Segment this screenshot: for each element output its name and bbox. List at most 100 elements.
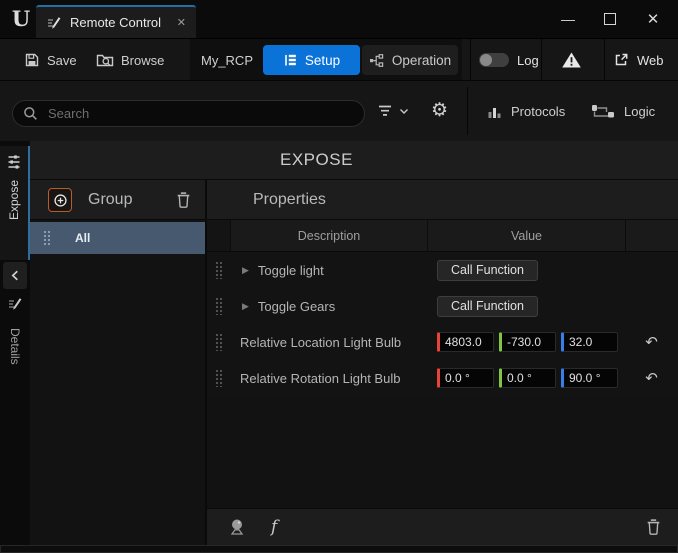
protocols-bars-icon xyxy=(487,105,502,119)
search-input[interactable] xyxy=(46,105,364,122)
search-toolbar: ⚙ Protocols Logic xyxy=(0,80,678,141)
rotation-roll-value: 0.0 ° xyxy=(445,371,470,385)
filter-lines-icon xyxy=(377,105,393,117)
settings-gear-icon[interactable]: ⚙ xyxy=(431,92,448,130)
drag-handle-icon[interactable] xyxy=(215,297,222,315)
actor-webcam-icon xyxy=(227,518,247,536)
tab-remote-control[interactable]: Remote Control ✕ xyxy=(36,5,196,38)
delete-property-button[interactable] xyxy=(645,518,662,536)
collapse-panel-button[interactable] xyxy=(3,262,27,289)
group-item-all[interactable]: All xyxy=(30,222,205,254)
properties-panel-header: Properties xyxy=(207,180,678,220)
location-z-field[interactable]: 32.0 xyxy=(561,332,618,352)
rotation-pitch-field[interactable]: 0.0 ° xyxy=(499,368,556,388)
toolbar: Save Browse My_RCP Setup xyxy=(0,38,678,80)
property-row-relative-rotation[interactable]: Relative Rotation Light Bulb 0.0 ° 0.0 °… xyxy=(207,360,678,396)
trash-icon xyxy=(645,518,662,536)
external-link-icon xyxy=(613,52,629,68)
group-list: All xyxy=(30,220,205,545)
property-row-relative-location[interactable]: Relative Location Light Bulb 4803.0 -730… xyxy=(207,324,678,360)
sidebar-tab-details-label: Details xyxy=(8,328,22,365)
plus-circle-icon xyxy=(53,193,68,208)
operation-label: Operation xyxy=(392,53,451,68)
chevron-down-icon xyxy=(399,108,409,115)
drag-handle-icon[interactable] xyxy=(215,261,222,279)
property-row-toggle-gears[interactable]: ▶ Toggle Gears Call Function xyxy=(207,288,678,324)
sidebar-tab-details[interactable]: Details xyxy=(0,296,30,365)
unreal-engine-logo-icon[interactable]: U xyxy=(8,6,34,32)
web-button[interactable]: Web xyxy=(613,39,664,81)
location-z-value: 32.0 xyxy=(569,335,592,349)
expand-arrow-icon[interactable]: ▶ xyxy=(242,265,249,276)
properties-column-header: Description Value xyxy=(207,220,678,252)
toggle-knob xyxy=(480,54,492,66)
search-icon xyxy=(23,106,38,121)
protocols-button[interactable]: Protocols xyxy=(487,81,565,142)
browse-button[interactable]: Browse xyxy=(96,39,164,81)
setup-list-icon xyxy=(283,53,297,67)
expose-function-icon[interactable]: f xyxy=(271,517,277,537)
grip-column-header xyxy=(207,220,230,251)
toolbar-separator xyxy=(604,39,605,81)
call-function-button[interactable]: Call Function xyxy=(437,260,538,281)
add-group-button[interactable] xyxy=(48,188,72,212)
toolbar-separator xyxy=(541,39,542,81)
warning-triangle-icon xyxy=(561,51,582,69)
operation-tab-button[interactable]: Operation xyxy=(362,45,458,75)
search-box[interactable] xyxy=(12,100,365,127)
properties-rows: ▶ Toggle light Call Function ▶ Toggle Ge… xyxy=(207,252,678,396)
property-label: Relative Location Light Bulb xyxy=(240,335,401,350)
close-button[interactable]: ✕ xyxy=(634,4,672,34)
window-bottom-edge xyxy=(0,545,678,553)
rotation-pitch-value: 0.0 ° xyxy=(507,371,532,385)
rotation-roll-field[interactable]: 0.0 ° xyxy=(437,368,494,388)
preset-name[interactable]: My_RCP xyxy=(198,39,256,81)
drag-handle-icon[interactable] xyxy=(215,333,222,351)
property-row-toggle-light[interactable]: ▶ Toggle light Call Function xyxy=(207,252,678,288)
delete-group-button[interactable] xyxy=(175,191,192,209)
location-y-value: -730.0 xyxy=(507,335,541,349)
location-x-field[interactable]: 4803.0 xyxy=(437,332,494,352)
browse-folder-icon xyxy=(96,52,114,68)
log-label: Log xyxy=(517,39,539,81)
rotation-yaw-field[interactable]: 90.0 ° xyxy=(561,368,618,388)
drag-handle-icon[interactable] xyxy=(215,369,222,387)
save-icon xyxy=(24,52,40,68)
maximize-icon xyxy=(604,13,616,25)
sidebar-tab-expose[interactable]: Expose xyxy=(0,146,30,260)
drag-handle-icon[interactable] xyxy=(43,230,50,246)
expand-arrow-icon[interactable]: ▶ xyxy=(242,301,249,312)
logic-nodes-icon xyxy=(591,104,615,119)
search-separator xyxy=(467,87,468,135)
log-toggle[interactable] xyxy=(479,53,509,67)
save-button[interactable]: Save xyxy=(24,39,77,81)
warning-button[interactable] xyxy=(561,51,582,69)
minimize-button[interactable]: — xyxy=(549,4,587,34)
edit-pen-icon xyxy=(7,296,23,312)
location-y-field[interactable]: -730.0 xyxy=(499,332,556,352)
reset-to-default-icon[interactable]: ↶ xyxy=(645,333,658,351)
edit-pen-icon xyxy=(46,15,62,31)
value-column-header[interactable]: Value xyxy=(427,220,625,251)
sidebar-tab-expose-label: Expose xyxy=(7,180,21,220)
tab-close-icon[interactable]: ✕ xyxy=(177,16,186,29)
maximize-button[interactable] xyxy=(591,4,629,34)
protocols-label: Protocols xyxy=(511,104,565,119)
browse-label: Browse xyxy=(121,53,164,68)
properties-empty-area xyxy=(207,396,678,508)
setup-tab-button[interactable]: Setup xyxy=(263,45,360,75)
property-label: Relative Rotation Light Bulb xyxy=(240,371,400,386)
property-label: Toggle Gears xyxy=(258,299,335,314)
properties-bottom-toolbar: f xyxy=(207,508,678,545)
logic-button[interactable]: Logic xyxy=(591,81,655,142)
trash-icon xyxy=(175,191,192,209)
reset-to-default-icon[interactable]: ↶ xyxy=(645,369,658,387)
filter-button[interactable] xyxy=(377,97,409,125)
rotation-yaw-value: 90.0 ° xyxy=(569,371,601,385)
description-column-header[interactable]: Description xyxy=(230,220,427,251)
call-function-button[interactable]: Call Function xyxy=(437,296,538,317)
web-label: Web xyxy=(637,53,664,68)
expose-actor-button[interactable] xyxy=(227,518,247,536)
operation-graph-icon xyxy=(369,53,384,68)
group-panel-title: Group xyxy=(88,191,132,209)
